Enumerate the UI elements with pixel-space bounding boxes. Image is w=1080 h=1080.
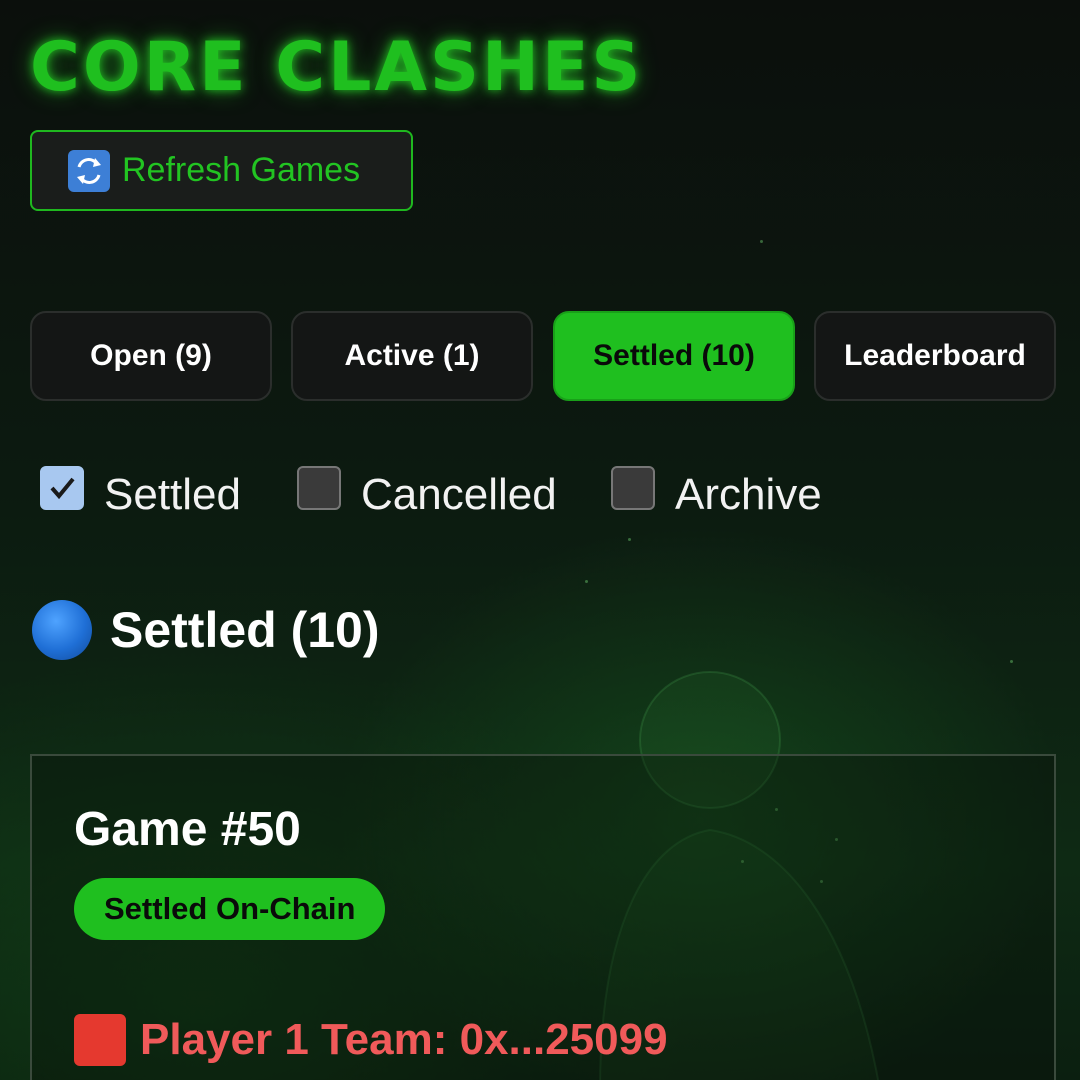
refresh-games-button[interactable]: Refresh Games [30, 130, 413, 211]
background-sparkle [760, 240, 763, 243]
filter-settled-checkbox[interactable] [40, 466, 84, 510]
status-filters: Settled Cancelled Archive [40, 456, 940, 519]
filter-archive-checkbox[interactable] [611, 466, 655, 510]
section-title: Settled (10) [110, 602, 380, 658]
filter-settled-label: Settled [104, 470, 241, 519]
blue-circle-icon [32, 600, 92, 660]
game-title: Game #50 [74, 803, 301, 856]
tab-active[interactable]: Active (1) [291, 311, 533, 401]
tab-leaderboard[interactable]: Leaderboard [814, 311, 1056, 401]
refresh-games-label: Refresh Games [122, 151, 361, 189]
red-square-icon [74, 1014, 126, 1066]
tab-settled[interactable]: Settled (10) [553, 311, 795, 401]
filter-cancelled-checkbox[interactable] [297, 466, 341, 510]
game-tabs: Open (9) Active (1) Settled (10) Leaderb… [30, 311, 1056, 401]
checkmark-icon [50, 477, 75, 500]
refresh-arrows-icon [68, 149, 110, 192]
player1-team-label: Player 1 Team: 0x...25099 [140, 1015, 668, 1064]
filter-cancelled-label: Cancelled [361, 470, 557, 519]
section-heading: Settled (10) [32, 600, 380, 660]
filter-cancelled[interactable]: Cancelled [297, 456, 557, 520]
filter-archive-label: Archive [675, 470, 822, 519]
background-sparkle [585, 580, 588, 583]
app-title: CORE CLASHES [30, 28, 644, 107]
status-badge: Settled On-Chain [74, 878, 386, 940]
filter-settled[interactable]: Settled [40, 456, 241, 520]
player1-team: Player 1 Team: 0x...25099 [74, 1014, 668, 1066]
background-sparkle [1010, 660, 1013, 663]
background-sparkle [628, 538, 631, 541]
tab-open[interactable]: Open (9) [30, 311, 272, 401]
game-card[interactable]: Game #50 Settled On-Chain Player 1 Team:… [30, 754, 1056, 1080]
filter-archive[interactable]: Archive [611, 456, 822, 520]
